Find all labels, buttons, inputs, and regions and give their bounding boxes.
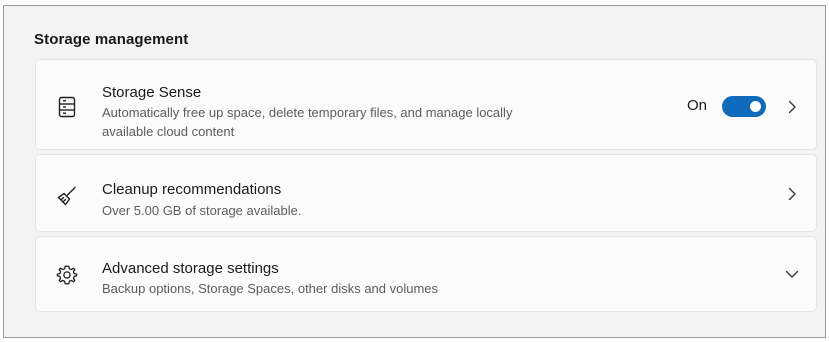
settings-panel: Storage management Storage Sense Automat… [3,5,826,338]
cleanup-recommendations-card[interactable]: Cleanup recommendations Over 5.00 GB of … [35,154,817,232]
cleanup-title: Cleanup recommendations [102,181,282,198]
gear-icon [56,264,78,286]
advanced-storage-description: Backup options, Storage Spaces, other di… [102,281,439,296]
chevron-down-icon[interactable] [785,267,799,281]
toggle-knob [750,101,761,112]
toggle-state-label: On [686,97,707,114]
advanced-storage-title: Advanced storage settings [102,260,279,277]
advanced-storage-settings-card[interactable]: Advanced storage settings Backup options… [35,236,817,312]
cleanup-description: Over 5.00 GB of storage available. [102,203,302,218]
chevron-right-icon[interactable] [785,100,799,114]
broom-icon [56,185,78,207]
storage-sense-title: Storage Sense [102,84,202,101]
storage-sense-card[interactable]: Storage Sense Automatically free up spac… [35,59,817,150]
storage-sense-description: Automatically free up space, delete temp… [102,105,513,139]
storage-sense-toggle[interactable] [722,96,766,117]
storage-drive-icon [56,96,78,118]
chevron-right-icon[interactable] [785,187,799,201]
section-title: Storage management [34,31,189,48]
